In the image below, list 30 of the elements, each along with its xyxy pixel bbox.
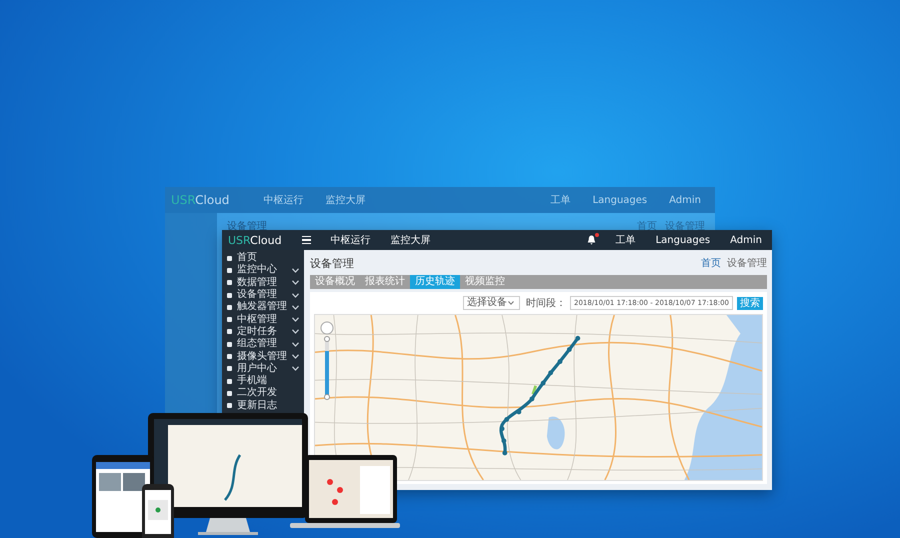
header-link[interactable]: 工单 — [616, 233, 636, 247]
breadcrumb-link[interactable]: 首页 — [701, 256, 721, 270]
sidebar-item[interactable]: 更新日志 — [222, 400, 304, 412]
page-title: 设备管理 — [227, 220, 267, 233]
sidebar-item[interactable]: 摄像头管理 — [222, 350, 304, 363]
breadcrumb-link[interactable]: 设备管理 — [727, 256, 767, 270]
bell-icon[interactable] — [586, 235, 596, 245]
sidebar-item[interactable]: 首页 — [222, 252, 304, 264]
time-label: 时间段： — [526, 296, 566, 310]
nav-link[interactable]: 监控大屏 — [390, 233, 431, 247]
header-link[interactable]: Admin — [730, 234, 762, 246]
menu-icon[interactable] — [302, 236, 311, 244]
sidebar-item[interactable]: 数据管理 — [222, 276, 304, 289]
page-title: 设备管理 — [310, 256, 354, 270]
sidebar-item[interactable]: 手机端 — [222, 374, 304, 388]
sidebar-item[interactable]: 触发器管理 — [222, 301, 304, 314]
sidebar-item[interactable]: 用户中心 — [222, 362, 304, 375]
chevron-icon — [508, 301, 514, 305]
header-link[interactable]: Languages — [656, 234, 710, 246]
sidebar-item[interactable]: 组态管理 — [222, 338, 304, 350]
nav-link[interactable]: 中枢运行 — [330, 233, 371, 247]
logo: USRCloud — [171, 193, 230, 207]
sidebar-item[interactable]: 中枢管理 — [222, 313, 304, 326]
sidebar-item[interactable]: 设备管理 — [222, 288, 304, 302]
sidebar-item[interactable]: 二次开发 — [222, 387, 304, 400]
zoom-control-icon[interactable] — [320, 321, 334, 401]
sidebar-item[interactable]: 监控中心 — [222, 264, 304, 277]
device-select[interactable]: 选择设备 — [463, 296, 520, 310]
sidebar-item[interactable]: 定时任务 — [222, 326, 304, 338]
logo: USRCloud — [228, 234, 282, 246]
